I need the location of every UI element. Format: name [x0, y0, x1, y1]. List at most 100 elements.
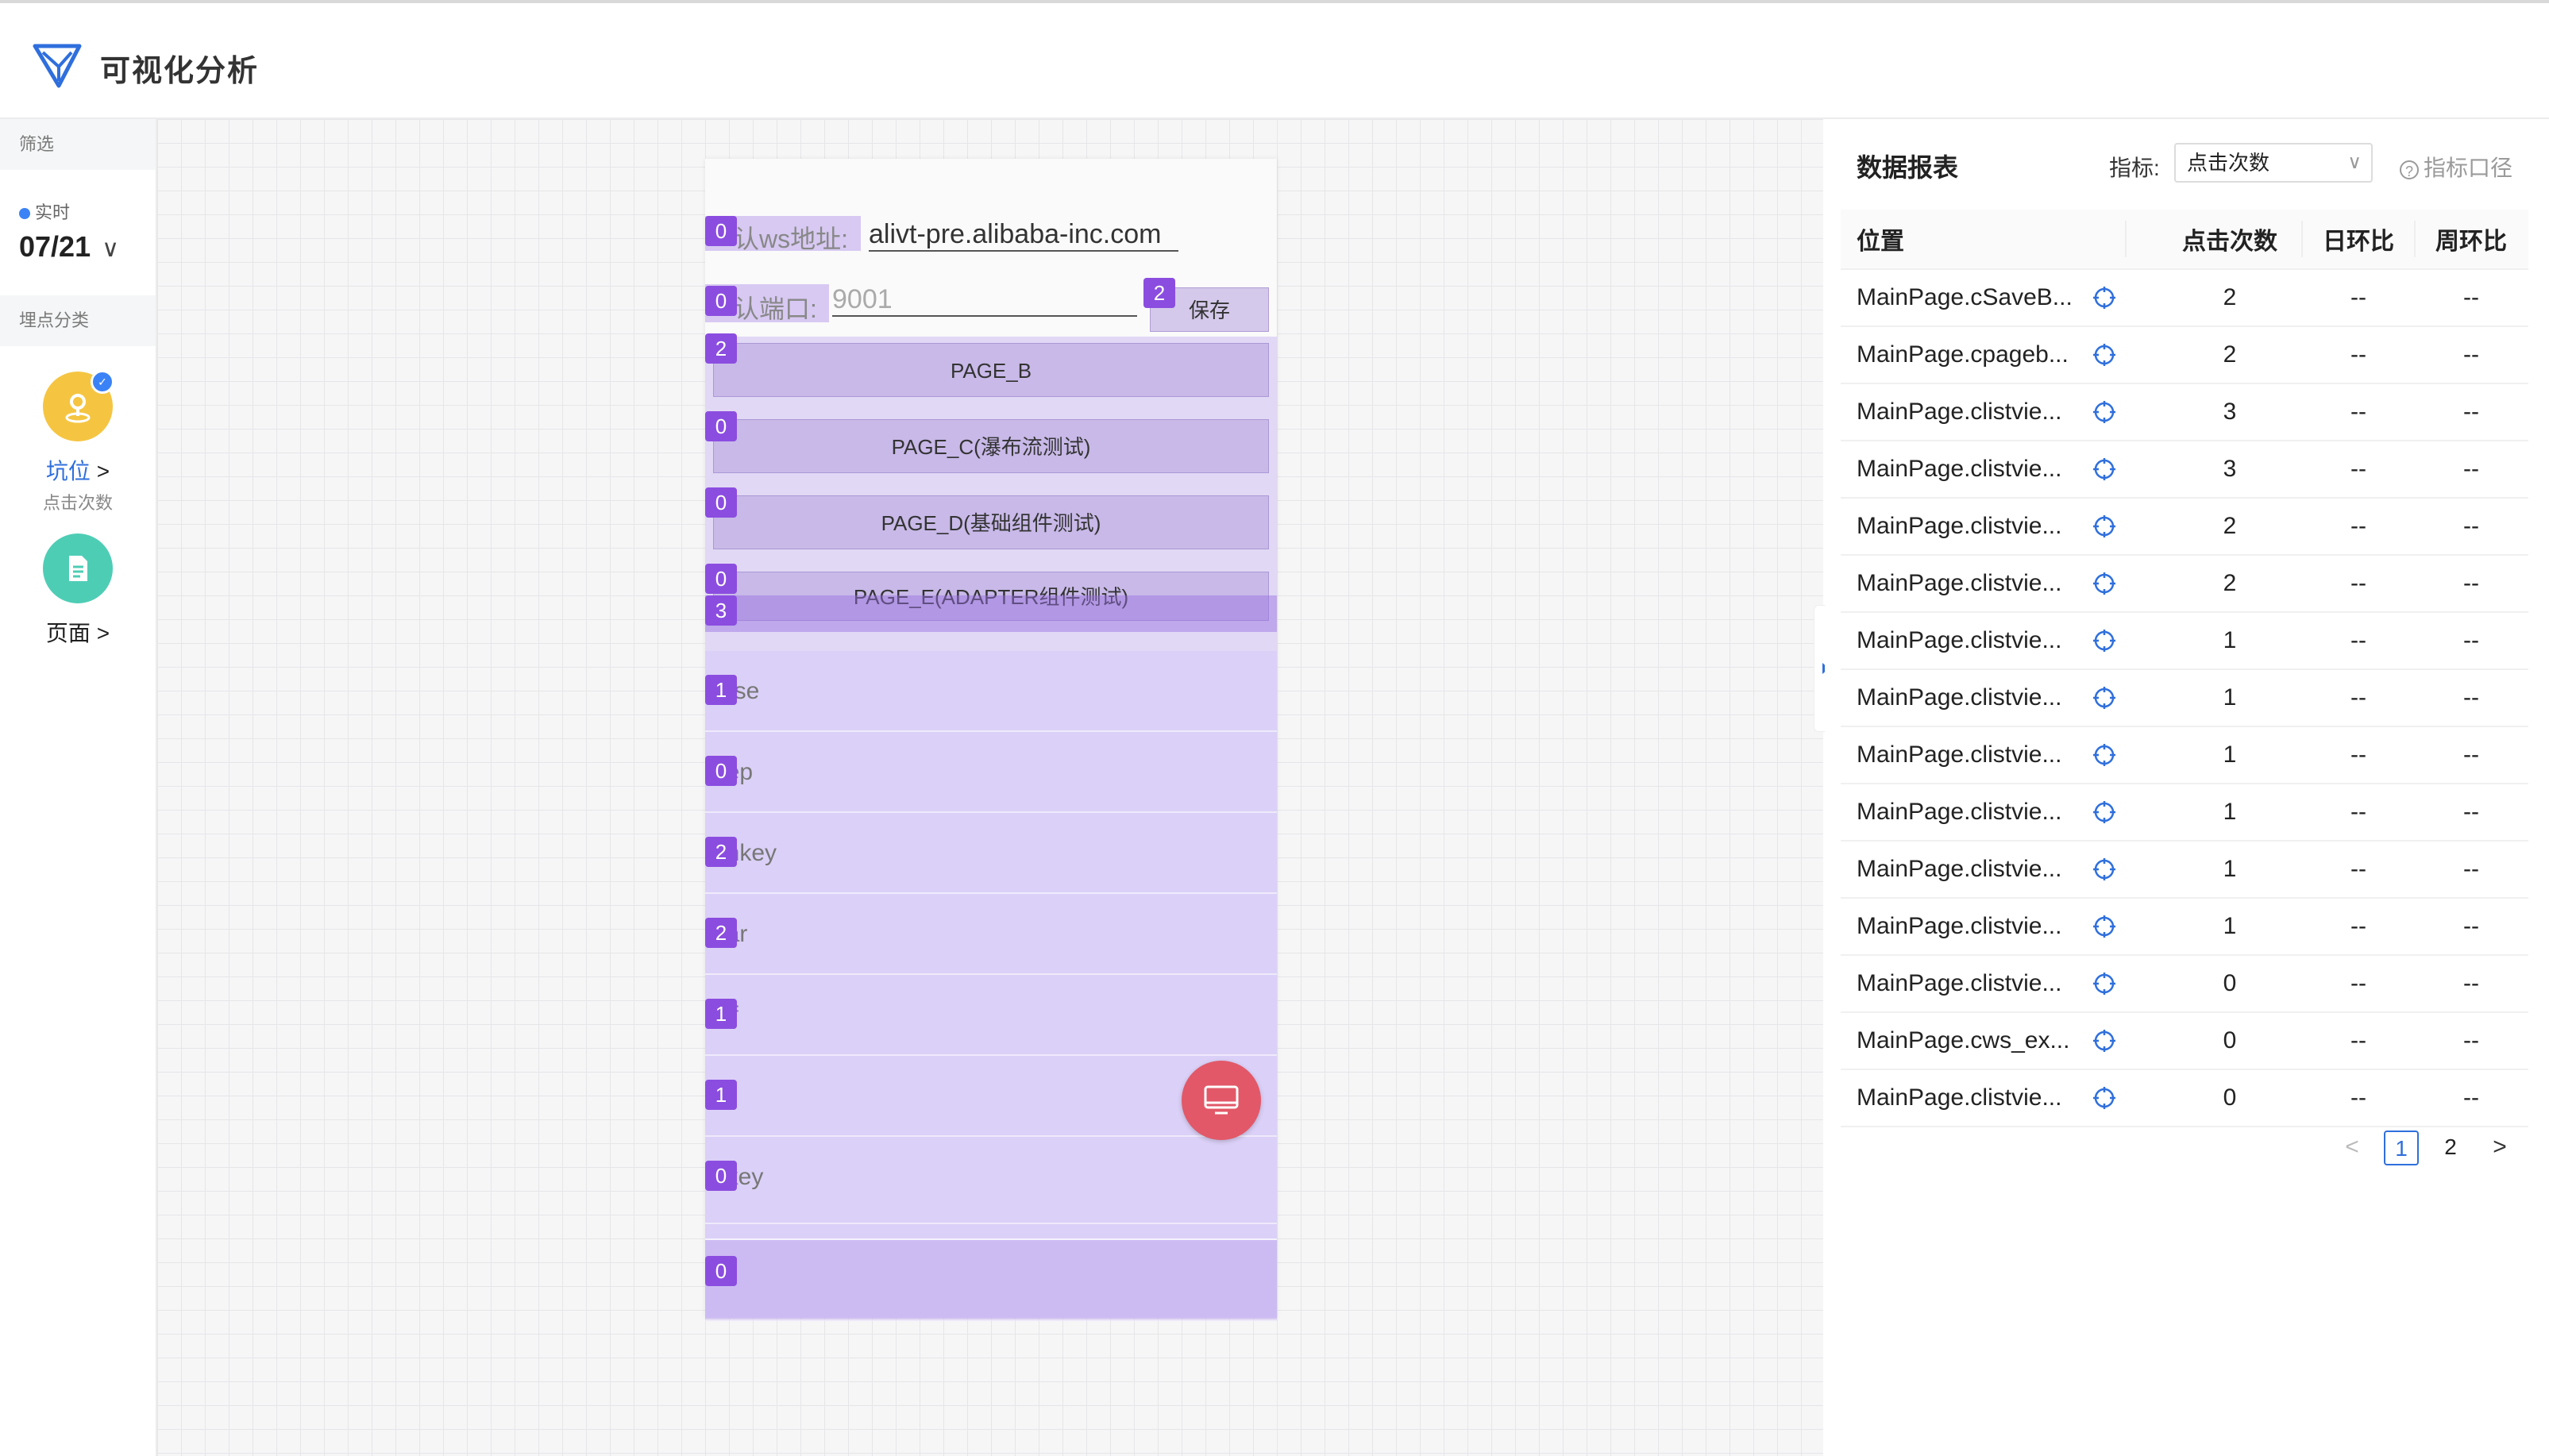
realtime-label: 实时	[35, 202, 71, 222]
row-week-ratio: --	[2463, 570, 2479, 596]
row-clicks: 2	[2223, 284, 2237, 310]
click-count-badge: 0	[705, 1161, 737, 1191]
filter-title: 筛选	[0, 119, 156, 170]
row-clicks: 0	[2223, 970, 2237, 996]
category-item-slot[interactable]: ✓ 坑位 > 点击次数	[0, 370, 156, 514]
column-header-week-ratio: 周环比	[2435, 229, 2507, 255]
monitor-fab-button[interactable]	[1182, 1061, 1261, 1140]
row-week-ratio: --	[2463, 341, 2479, 368]
row-week-ratio: --	[2463, 684, 2479, 711]
row-week-ratio: --	[2463, 856, 2479, 882]
locate-target-icon[interactable]	[2092, 1028, 2117, 1053]
locate-target-icon[interactable]	[2092, 857, 2117, 882]
table-row[interactable]: MainPage.clistvie... 1 -- --	[1841, 670, 2528, 727]
table-row[interactable]: MainPage.clistvie... 3 -- --	[1841, 384, 2528, 441]
row-week-ratio: --	[2463, 456, 2479, 482]
table-row[interactable]: MainPage.clistvie... 3 -- --	[1841, 441, 2528, 499]
page-button-1[interactable]: 1	[2384, 1131, 2419, 1165]
row-clicks: 2	[2223, 341, 2237, 368]
category-label-slot: 坑位	[45, 459, 91, 483]
row-day-ratio: --	[2350, 627, 2366, 653]
list-item[interactable]: olf 1	[705, 975, 1277, 1056]
page-button-2[interactable]: 2	[2433, 1131, 2468, 1165]
table-row[interactable]: MainPage.clistvie... 1 -- --	[1841, 784, 2528, 842]
report-title: 数据报表	[1857, 153, 1959, 182]
port-label: 认端口:	[734, 295, 817, 323]
date-picker[interactable]: 07/21 ∨	[19, 230, 119, 264]
list-item[interactable]: eep 0	[705, 732, 1277, 813]
table-row[interactable]: MainPage.clistvie... 0 -- --	[1841, 956, 2528, 1013]
locate-target-icon[interactable]	[2092, 342, 2117, 368]
row-day-ratio: --	[2350, 341, 2366, 368]
list-item[interactable]: orse 1	[705, 651, 1277, 732]
locate-target-icon[interactable]	[2092, 1085, 2117, 1111]
list-footer-item[interactable]: 0	[705, 1238, 1277, 1321]
ws-address-input[interactable]: alivt-pre.alibaba-inc.com	[869, 219, 1178, 252]
table-row[interactable]: MainPage.clistvie... 1 -- --	[1841, 842, 2528, 899]
table-row[interactable]: MainPage.cws_ex... 0 -- --	[1841, 1013, 2528, 1070]
click-count-badge: 3	[705, 595, 737, 626]
table-header: 位置 点击次数 日环比 周环比	[1841, 210, 2528, 270]
location-pin-icon: ✓	[43, 370, 114, 441]
locate-target-icon[interactable]	[2092, 742, 2117, 768]
category-item-page[interactable]: 页面 >	[0, 533, 156, 648]
locate-target-icon[interactable]	[2092, 971, 2117, 996]
locate-target-icon[interactable]	[2092, 571, 2117, 596]
row-day-ratio: --	[2350, 513, 2366, 539]
next-page-button[interactable]: >	[2482, 1131, 2517, 1165]
row-day-ratio: --	[2350, 741, 2366, 768]
page-b-button[interactable]: PAGE_B	[713, 343, 1269, 397]
click-count-badge: 2	[705, 333, 737, 364]
animal-list: orse 1 eep 0 onkey 2 ear 2 olf 1 x 1	[705, 651, 1277, 1321]
locate-target-icon[interactable]	[2092, 456, 2117, 482]
locate-target-icon[interactable]	[2092, 685, 2117, 711]
row-week-ratio: --	[2463, 1027, 2479, 1053]
table-row[interactable]: MainPage.clistvie... 1 -- --	[1841, 899, 2528, 956]
click-count-badge: 0	[705, 411, 737, 441]
click-count-badge: 1	[705, 1080, 737, 1110]
row-week-ratio: --	[2463, 627, 2479, 653]
click-count-badge: 0	[705, 756, 737, 786]
port-input[interactable]: 9001	[832, 284, 1137, 317]
click-count-badge: 0	[705, 1256, 737, 1286]
row-day-ratio: --	[2350, 456, 2366, 482]
row-clicks: 0	[2223, 1084, 2237, 1111]
list-item[interactable]: nkey 0	[705, 1137, 1277, 1224]
row-clicks: 1	[2223, 799, 2237, 825]
locate-target-icon[interactable]	[2092, 799, 2117, 825]
table-row[interactable]: MainPage.clistvie... 2 -- --	[1841, 499, 2528, 556]
row-week-ratio: --	[2463, 799, 2479, 825]
click-count-badge: 2	[1143, 278, 1175, 308]
selected-check-icon: ✓	[91, 370, 114, 394]
page-c-button[interactable]: PAGE_C(瀑布流测试)	[713, 419, 1269, 473]
locate-target-icon[interactable]	[2092, 399, 2117, 425]
row-week-ratio: --	[2463, 1084, 2479, 1111]
metric-select[interactable]: 点击次数 ∨	[2174, 143, 2373, 183]
row-clicks: 2	[2223, 513, 2237, 539]
table-row[interactable]: MainPage.clistvie... 1 -- --	[1841, 727, 2528, 784]
column-header-clicks[interactable]: 点击次数	[2158, 210, 2301, 268]
click-count-badge: 0	[705, 216, 737, 246]
table-row[interactable]: MainPage.clistvie... 0 -- --	[1841, 1070, 2528, 1127]
table-row[interactable]: MainPage.cpageb... 2 -- --	[1841, 327, 2528, 384]
table-row[interactable]: MainPage.clistvie... 2 -- --	[1841, 556, 2528, 613]
locate-target-icon[interactable]	[2092, 914, 2117, 939]
locate-target-icon[interactable]	[2092, 514, 2117, 539]
prev-page-button[interactable]: <	[2335, 1131, 2370, 1165]
row-clicks: 2	[2223, 570, 2237, 596]
locate-target-icon[interactable]	[2092, 285, 2117, 310]
category-sub-label: 点击次数	[42, 493, 113, 513]
table-row[interactable]: MainPage.cSaveB... 2 -- --	[1841, 270, 2528, 327]
list-item[interactable]: onkey 2	[705, 813, 1277, 894]
page-d-button[interactable]: PAGE_D(基础组件测试)	[713, 495, 1269, 549]
row-day-ratio: --	[2350, 684, 2366, 711]
locate-target-icon[interactable]	[2092, 628, 2117, 653]
row-day-ratio: --	[2350, 913, 2366, 939]
ws-label: 认ws地址:	[734, 225, 849, 253]
metric-caliber-link[interactable]: ? 指标口径	[2400, 151, 2512, 183]
table-row[interactable]: MainPage.clistvie... 1 -- --	[1841, 613, 2528, 670]
chevron-down-icon: ∨	[102, 236, 120, 262]
adapter-overlay[interactable]	[705, 595, 1277, 632]
list-item[interactable]: ear 2	[705, 894, 1277, 975]
row-clicks: 1	[2223, 913, 2237, 939]
